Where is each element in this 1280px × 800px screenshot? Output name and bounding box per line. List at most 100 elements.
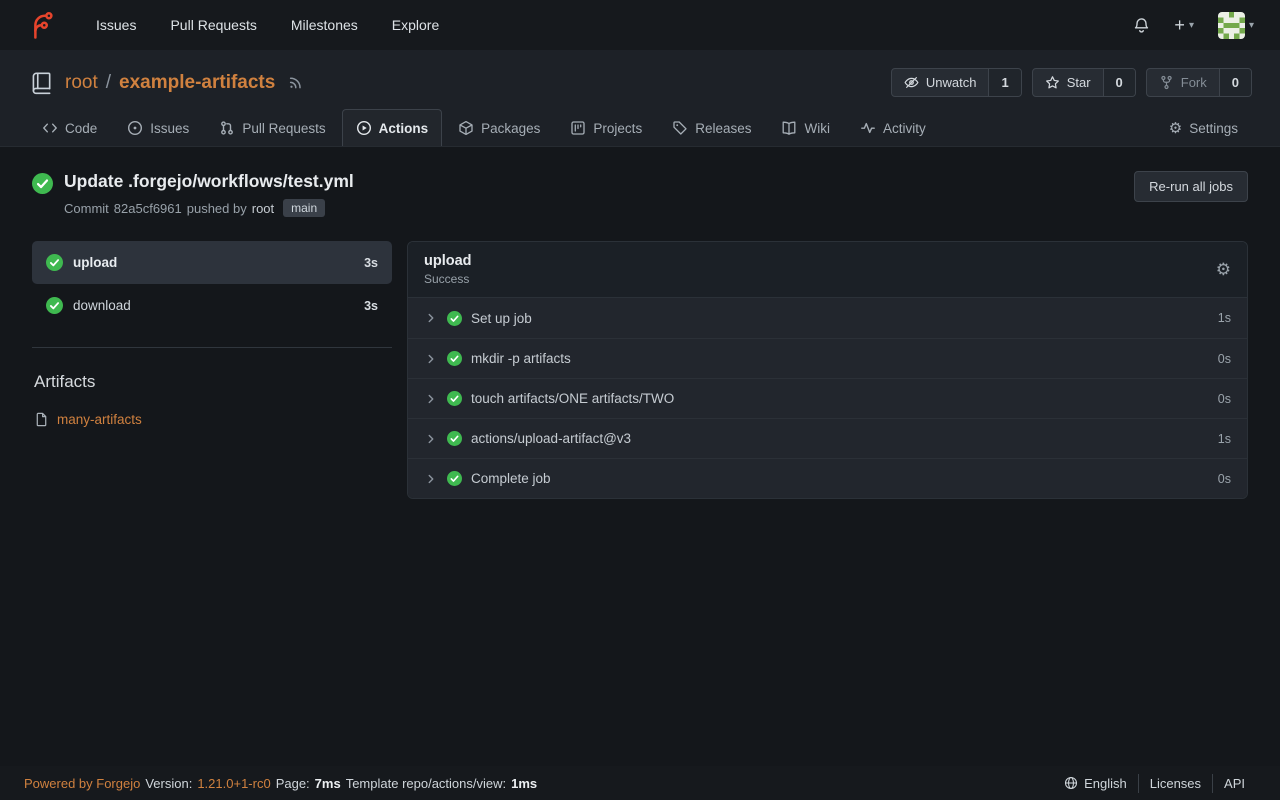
- rss-feed-button[interactable]: [288, 75, 303, 90]
- rerun-all-jobs-button[interactable]: Re-run all jobs: [1134, 171, 1248, 202]
- api-link[interactable]: API: [1212, 774, 1256, 793]
- step-row-touch[interactable]: touch artifacts/ONE artifacts/TWO 0s: [408, 378, 1247, 418]
- commit-label: Commit: [64, 201, 109, 216]
- run-body: upload 3s download 3s Artifacts many-art…: [32, 241, 1248, 499]
- version-label: Version:: [145, 776, 192, 791]
- forks-count[interactable]: 0: [1219, 69, 1251, 96]
- fork-button-group: Fork 0: [1146, 68, 1252, 97]
- nav-pull-requests[interactable]: Pull Requests: [170, 17, 256, 33]
- job-options-gear-icon[interactable]: ⚙: [1216, 261, 1231, 278]
- repo-tabs: Code Issues Pull Requests Actions Packag…: [28, 109, 1252, 146]
- repo-name-link[interactable]: example-artifacts: [119, 72, 275, 94]
- top-navbar: Issues Pull Requests Milestones Explore …: [0, 0, 1280, 50]
- step-label: Complete job: [471, 471, 551, 486]
- step-row-upload-artifact[interactable]: actions/upload-artifact@v3 1s: [408, 418, 1247, 458]
- success-check-icon: [447, 351, 462, 366]
- jobs-sidebar: upload 3s download 3s Artifacts many-art…: [32, 241, 392, 427]
- tag-icon: [672, 120, 688, 136]
- package-icon: [458, 120, 474, 136]
- step-label: actions/upload-artifact@v3: [471, 431, 631, 446]
- unwatch-button[interactable]: Unwatch: [892, 69, 989, 96]
- stars-count[interactable]: 0: [1103, 69, 1135, 96]
- gear-icon: ⚙: [1169, 121, 1182, 136]
- step-label: touch artifacts/ONE artifacts/TWO: [471, 391, 674, 406]
- nav-explore[interactable]: Explore: [392, 17, 439, 33]
- tab-pull-requests[interactable]: Pull Requests: [205, 109, 339, 146]
- chevron-right-icon: [424, 472, 438, 486]
- job-item-upload[interactable]: upload 3s: [32, 241, 392, 284]
- tab-wiki[interactable]: Wiki: [767, 109, 844, 146]
- commit-sha-link[interactable]: 82a5cf6961: [114, 201, 182, 216]
- job-duration: 3s: [364, 256, 378, 270]
- job-item-download[interactable]: download 3s: [32, 284, 392, 327]
- footer-right: English Licenses API: [1053, 774, 1256, 793]
- step-duration: 0s: [1218, 352, 1231, 366]
- bell-icon: [1133, 17, 1150, 34]
- plus-icon: +: [1174, 16, 1185, 34]
- nav-milestones[interactable]: Milestones: [291, 17, 358, 33]
- tab-releases[interactable]: Releases: [658, 109, 765, 146]
- fork-button[interactable]: Fork: [1147, 69, 1219, 96]
- chevron-down-icon: ▾: [1249, 20, 1254, 31]
- watchers-count[interactable]: 1: [988, 69, 1020, 96]
- job-detail-name: upload: [424, 253, 472, 269]
- chevron-down-icon: ▾: [1189, 20, 1194, 31]
- star-label: Star: [1067, 75, 1091, 90]
- step-duration: 0s: [1218, 392, 1231, 406]
- run-commit-info: Commit 82a5cf6961 pushed by root main: [64, 199, 354, 217]
- language-label: English: [1084, 776, 1127, 791]
- tab-code[interactable]: Code: [28, 109, 111, 146]
- star-button-group: Star 0: [1032, 68, 1136, 97]
- user-menu[interactable]: ▾: [1218, 12, 1254, 39]
- tab-settings[interactable]: ⚙ Settings: [1155, 110, 1252, 146]
- footer-left: Powered by Forgejo Version: 1.21.0+1-rc0…: [24, 776, 537, 791]
- template-time-value: 1ms: [511, 776, 537, 791]
- step-row-complete-job[interactable]: Complete job 0s: [408, 458, 1247, 498]
- notifications-button[interactable]: [1133, 17, 1150, 34]
- pulse-icon: [860, 120, 876, 136]
- divider: [32, 347, 392, 348]
- job-status: Success: [424, 272, 472, 286]
- repo-breadcrumb: root / example-artifacts: [65, 72, 275, 94]
- success-check-icon: [32, 173, 53, 194]
- repo-owner-link[interactable]: root: [65, 72, 98, 94]
- play-circle-icon: [356, 120, 372, 136]
- repo-header: root / example-artifacts Unwatch: [0, 50, 1280, 147]
- commit-author-link[interactable]: root: [252, 201, 274, 216]
- create-new-button[interactable]: + ▾: [1174, 16, 1194, 34]
- step-duration: 1s: [1218, 311, 1231, 325]
- forgejo-logo[interactable]: [26, 10, 56, 40]
- git-pull-request-icon: [219, 120, 235, 136]
- success-check-icon: [447, 311, 462, 326]
- tab-projects[interactable]: Projects: [556, 109, 656, 146]
- tab-packages[interactable]: Packages: [444, 109, 554, 146]
- run-header: Update .forgejo/workflows/test.yml Commi…: [32, 171, 1248, 217]
- branch-badge[interactable]: main: [283, 199, 325, 217]
- navbar-right: + ▾ ▾: [1133, 12, 1254, 39]
- language-selector[interactable]: English: [1053, 774, 1138, 793]
- tab-activity[interactable]: Activity: [846, 109, 940, 146]
- artifacts-heading: Artifacts: [32, 372, 392, 392]
- step-row-mkdir[interactable]: mkdir -p artifacts 0s: [408, 338, 1247, 378]
- artifact-link-many-artifacts[interactable]: many-artifacts: [32, 412, 392, 427]
- licenses-link[interactable]: Licenses: [1138, 774, 1212, 793]
- run-title: Update .forgejo/workflows/test.yml: [64, 171, 354, 192]
- version-link[interactable]: 1.21.0+1-rc0: [197, 776, 270, 791]
- breadcrumb-separator: /: [106, 72, 111, 94]
- avatar: [1218, 12, 1245, 39]
- tab-actions[interactable]: Actions: [342, 109, 443, 146]
- step-label: Set up job: [471, 311, 532, 326]
- chevron-right-icon: [424, 432, 438, 446]
- rss-icon: [288, 75, 303, 90]
- navbar-left: Issues Pull Requests Milestones Explore: [26, 10, 439, 40]
- powered-by-link[interactable]: Powered by Forgejo: [24, 776, 140, 791]
- star-button[interactable]: Star: [1033, 69, 1103, 96]
- tab-issues[interactable]: Issues: [113, 109, 203, 146]
- job-duration: 3s: [364, 299, 378, 313]
- project-icon: [570, 120, 586, 136]
- nav-issues[interactable]: Issues: [96, 17, 136, 33]
- step-row-set-up-job[interactable]: Set up job 1s: [408, 298, 1247, 338]
- success-check-icon: [46, 254, 63, 271]
- forgejo-logo-icon: [26, 10, 56, 40]
- book-icon: [781, 120, 797, 136]
